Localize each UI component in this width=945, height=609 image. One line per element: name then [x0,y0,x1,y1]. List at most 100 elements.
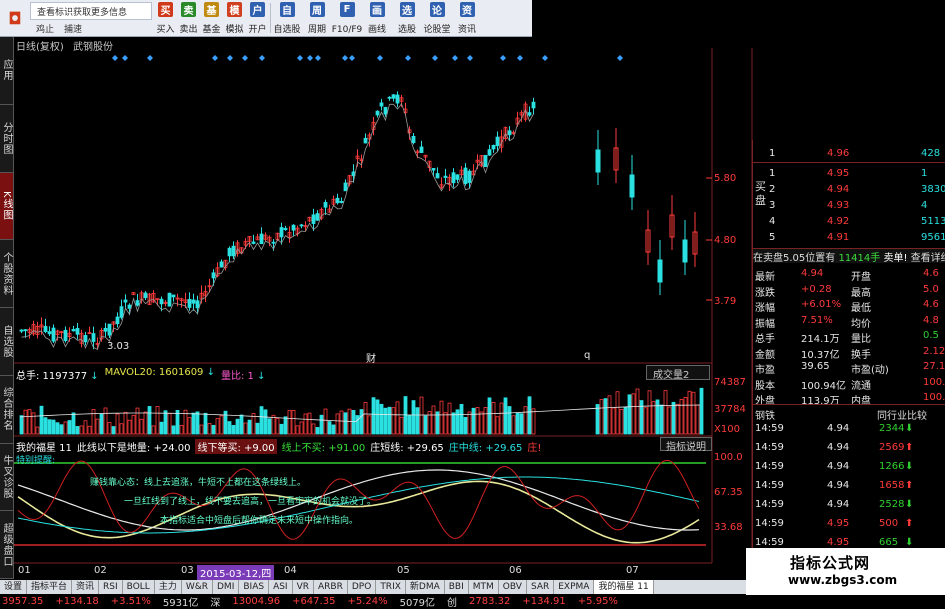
vertical-tab-5[interactable]: 综合排名 [0,376,13,444]
tick-direction-icon: ⬇ [905,461,914,472]
vertical-tab-3[interactable]: 个股资料 [0,240,13,308]
indicator-tab-13[interactable]: TRIX [376,580,406,594]
indicator-tab-0[interactable]: 设置 [0,580,28,594]
industry-label[interactable]: 钢铁 [755,407,775,422]
ind-line6: 庄! [527,443,542,454]
volume-bar [319,414,324,435]
stat-label: 总手 [755,334,775,345]
stat-value: 5.0 [923,283,939,295]
info-search-box[interactable]: 查看标识获取更多信息 [30,2,152,20]
indicator-note-1: 一旦红线到了线上，线不要去追高，一旦看牢牢的机会就没了。 [124,497,377,507]
panel-divider [753,404,945,405]
vertical-tab-1[interactable]: 分时图 [0,105,13,173]
volume-bar [55,422,60,435]
candle-body [243,240,248,246]
candle-body [467,170,472,183]
indicator-tab-6[interactable]: W&R [182,580,213,594]
info-link-0[interactable]: 鸡止 [36,22,54,35]
volume-indicator-dropdown[interactable]: 成交量2 [646,365,710,381]
alert-detail-link[interactable]: 查看详细 [911,253,945,263]
indicator-tab-15[interactable]: BBI [445,580,469,594]
toolbar-button-11[interactable]: 资资讯 [452,0,482,36]
toolbar-button-4[interactable]: 户开户 [246,0,269,36]
indicator-sub-label: 特别提醒: [16,456,56,466]
indicator-tab-12[interactable]: DPO [348,580,377,594]
volume-bar [91,409,96,435]
toolbar-button-1[interactable]: 卖卖出 [177,0,200,36]
candle-body [103,327,108,332]
left-vertical-tabs: 应用 分时图 K线图 个股资料 自选股 综合排名 牛叉诊股 超级盘口 [0,37,14,579]
vertical-tab-2[interactable]: K线图 [0,172,13,241]
toolbar-button-10[interactable]: 论论股堂 [422,0,452,36]
indicator-tab-4[interactable]: BOLL [123,580,155,594]
candle-body [115,316,120,325]
vol-mavol: MAVOL20: 1601609 ↓ [104,367,215,378]
buy-volume: 9561 [921,232,945,243]
candle-body [43,326,48,333]
chart-header: 日线(复权) 武钢股份 [16,38,119,53]
indicator-tab-5[interactable]: 主力 [155,580,182,594]
vertical-tab-7[interactable]: 超级盘口 [0,511,13,579]
toolbar-button-5[interactable]: 自自选股 [272,0,302,36]
indicator-tab-19[interactable]: EXPMA [554,580,595,594]
indicator-tab-17[interactable]: OBV [499,580,527,594]
indicator-tab-11[interactable]: ARBR [314,580,348,594]
indicator-note-0: 赚钱靠心态：线上去追涨，牛短不上都在这条绿线上。 [90,478,307,488]
candle-body [419,146,424,153]
status-value-7: +5.24% [347,596,388,607]
vertical-tab-4[interactable]: 自选股 [0,308,13,376]
app-logo-icon[interactable]: ◘ [0,0,30,36]
toolbar-button-6[interactable]: 周周期 [302,0,332,36]
toolbar-button-8[interactable]: 画画线 [362,0,392,36]
indicator-tab-1[interactable]: 指标平台 [27,580,73,594]
marker-q[interactable]: q [584,350,590,361]
indicator-tab-2[interactable]: 资讯 [72,580,100,594]
alert-text-a: 在卖盘5.05位置有 [753,253,836,263]
volume-bar [279,423,284,435]
toolbar-button-3[interactable]: 模模拟 [223,0,246,36]
toolbar-button-7[interactable]: F F10/F9 [332,0,362,36]
candle-body [35,325,40,335]
volume-bar [35,426,40,435]
indicator-tab-20[interactable]: 我的福星 11 [594,580,654,594]
toolbar-button-0[interactable]: 买买入 [154,0,177,36]
volume-bar [467,411,472,435]
vertical-tab-0[interactable]: 应用 [0,37,13,105]
candle-body [515,117,520,125]
ind-line3: 线上不买: +91.00 [281,443,366,454]
candle-body [279,227,284,238]
volume-bar [627,394,632,435]
stat-row-6: 市盈 39.65 市盈(动) 27.1 [753,361,945,376]
indicator-tab-7[interactable]: DMI [213,580,240,594]
order-alert-banner[interactable]: 在卖盘5.05位置有 11414手 卖单! 查看详细 [753,249,945,263]
info-links: 鸡止 捕速 [30,20,154,36]
indicator-tab-18[interactable]: SAR [527,580,555,594]
volume-bar [235,418,240,435]
stat-label: 市盈 [755,365,775,376]
stat-label: 最低 [851,303,871,314]
price-axis-label-0: 5.80 [714,173,737,184]
chart-period[interactable]: 日线(复权) [16,42,64,53]
indicator-tab-16[interactable]: MTM [469,580,499,594]
ind-line5: 庄中线: +29.65 [448,443,523,454]
indicator-tab-3[interactable]: RSI [99,580,123,594]
toolbar-button-2[interactable]: 基基金 [200,0,223,36]
marker-cai[interactable]: 财 [366,350,376,365]
indicator-tab-9[interactable]: ASI [269,580,293,594]
indicator-tab-14[interactable]: 新DMA [406,580,445,594]
indicator-explain-button[interactable]: 指标说明 [660,437,712,453]
toolbar-buttons: 买买入卖卖出基基金模模拟户开户自自选股周周期 F F10/F9 画画线选选股论论股堂资… [154,0,482,36]
signal-diamond-icon [349,55,355,61]
info-link-1[interactable]: 捕速 [64,22,82,35]
toolbar-button-9[interactable]: 选选股 [392,0,422,36]
indicator-tab-8[interactable]: BIAS [239,580,270,594]
vertical-tab-6[interactable]: 牛叉诊股 [0,444,13,512]
indicator-tab-10[interactable]: VR [293,580,315,594]
industry-compare-link[interactable]: 同行业比较 [877,407,927,422]
candle-body [171,294,176,298]
volume-bar [207,423,212,435]
volume-bar [123,411,128,435]
candle-body [303,225,308,228]
tick-row-2: 14:59 4.94 1266 [753,461,945,474]
toolbar-button-label: 自选股 [273,25,301,35]
